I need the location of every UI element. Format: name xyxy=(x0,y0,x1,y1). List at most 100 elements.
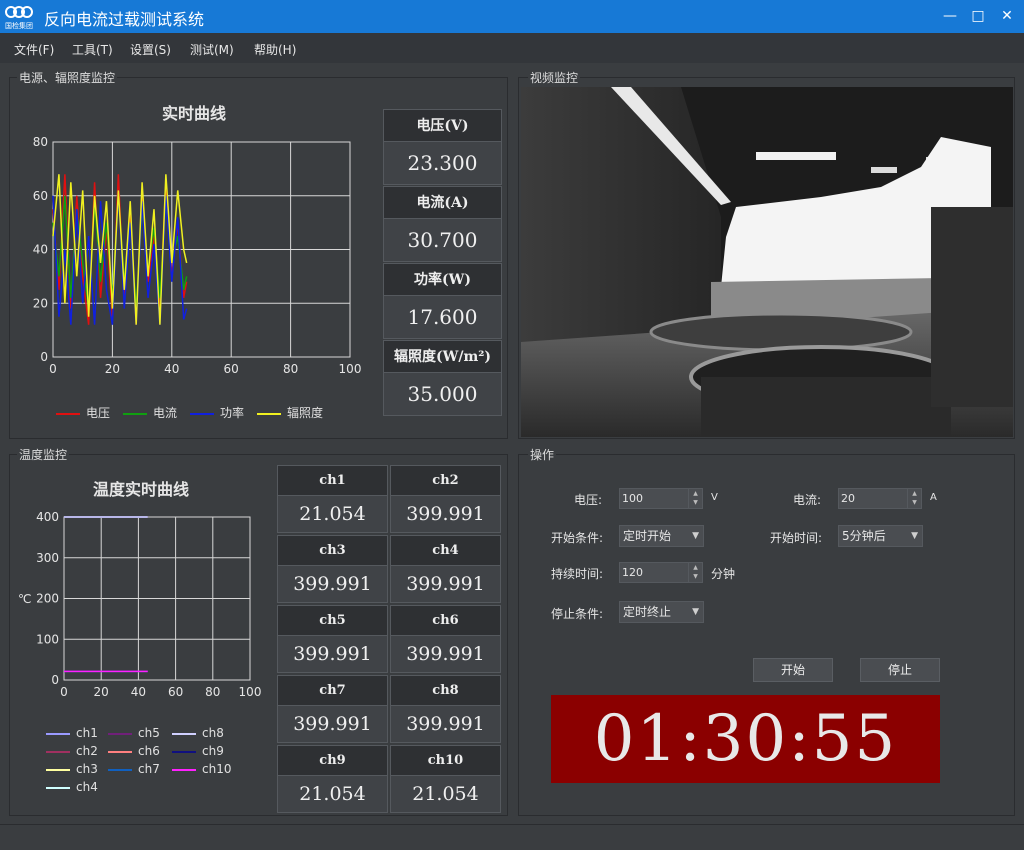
countdown-timer: 01:30:55 xyxy=(551,695,940,783)
ch4-box: ch4 399.991 xyxy=(390,535,501,603)
voltage-spin-value: 100 xyxy=(622,492,643,505)
legend-ch4: ch4 xyxy=(46,780,98,794)
ch10-label: ch10 xyxy=(391,746,500,776)
start-button[interactable]: 开始 xyxy=(753,658,833,682)
irradiance-label: 辐照度(W/m²) xyxy=(384,341,501,373)
menu-tools[interactable]: 工具(T) xyxy=(72,41,113,58)
ch6-box: ch6 399.991 xyxy=(390,605,501,673)
legend-current: 电流 xyxy=(123,404,177,421)
y-tick-label: 0 xyxy=(40,350,48,364)
svg-text:国检集团: 国检集团 xyxy=(5,21,33,30)
y-tick-label: 200 xyxy=(36,592,59,606)
stop-condition-value: 定时终止 xyxy=(623,605,672,619)
ch8-value: 399.991 xyxy=(406,713,485,735)
power-label: 功率(W) xyxy=(384,264,501,296)
title-bar: 国检集团 反向电流过载测试系统 — □ ✕ xyxy=(0,0,1024,33)
x-tick-label: 40 xyxy=(164,362,179,376)
menu-settings[interactable]: 设置(S) xyxy=(130,41,171,58)
voltage-label: 电压(V) xyxy=(384,110,501,142)
legend-label: ch8 xyxy=(202,726,224,740)
close-button[interactable]: ✕ xyxy=(995,4,1019,28)
video-feed xyxy=(521,87,1013,437)
legend-ch7: ch7 xyxy=(108,762,160,776)
ch2-box: ch2 399.991 xyxy=(390,465,501,533)
legend-label: ch4 xyxy=(76,780,98,794)
legend-swatch xyxy=(46,750,70,753)
voltage-readout: 电压(V) 23.300 xyxy=(383,109,502,185)
current-readout: 电流(A) 30.700 xyxy=(383,186,502,262)
legend-power: 功率 xyxy=(190,404,244,421)
legend-swatch xyxy=(172,768,196,771)
legend-label: ch10 xyxy=(202,762,232,776)
legend-voltage: 电压 xyxy=(56,404,110,421)
legend-swatch xyxy=(108,750,132,753)
stop-condition-select[interactable]: 定时终止 ▼ xyxy=(619,601,704,623)
start-time-value: 5分钟后 xyxy=(842,529,886,543)
legend-swatch xyxy=(46,732,70,735)
duration-label: 持续时间: xyxy=(551,567,604,581)
maximize-button[interactable]: □ xyxy=(966,4,990,28)
ch9-label: ch9 xyxy=(278,746,387,776)
start-condition-value: 定时开始 xyxy=(623,529,672,543)
ch9-box: ch9 21.054 xyxy=(277,745,388,813)
legend-swatch xyxy=(46,786,70,789)
temperature-chart: 0 20 40 60 80 100 0 100 200 300 400 ℃ xyxy=(18,510,262,699)
current-spin-arrows-icon[interactable]: ▲ ▼ xyxy=(907,489,921,508)
ch9-value: 21.054 xyxy=(299,783,366,805)
ch7-value: 399.991 xyxy=(293,713,372,735)
y-tick-label: 400 xyxy=(36,510,59,524)
x-tick-label: 80 xyxy=(283,362,298,376)
legend-label: ch6 xyxy=(138,744,160,758)
ch7-box: ch7 399.991 xyxy=(277,675,388,743)
irradiance-value: 35.000 xyxy=(407,382,478,406)
legend-swatch xyxy=(108,768,132,771)
menu-help[interactable]: 帮助(H) xyxy=(254,41,296,58)
ch1-box: ch1 21.054 xyxy=(277,465,388,533)
current-unit: A xyxy=(930,492,937,503)
legend-ch5: ch5 xyxy=(108,726,160,740)
stop-button[interactable]: 停止 xyxy=(860,658,940,682)
minimize-button[interactable]: — xyxy=(938,4,962,28)
video-panel-title: 视频监控 xyxy=(528,69,581,86)
power-panel-title: 电源、辐照度监控 xyxy=(17,69,118,86)
x-tick-label: 100 xyxy=(239,685,262,699)
voltage-setting-label: 电压: xyxy=(574,493,603,507)
power-readout: 功率(W) 17.600 xyxy=(383,263,502,339)
ch4-value: 399.991 xyxy=(406,573,485,595)
y-axis-label: ℃ xyxy=(18,592,31,606)
legend-label: ch5 xyxy=(138,726,160,740)
voltage-spinbox[interactable]: 100 ▲ ▼ xyxy=(619,488,703,509)
menu-file[interactable]: 文件(F) xyxy=(14,41,54,58)
start-time-select[interactable]: 5分钟后 ▼ xyxy=(838,525,923,547)
legend-swatch xyxy=(172,732,196,735)
voltage-spin-arrows-icon[interactable]: ▲ ▼ xyxy=(688,489,702,508)
x-tick-label: 20 xyxy=(105,362,120,376)
ch3-value: 399.991 xyxy=(293,573,372,595)
ch4-label: ch4 xyxy=(391,536,500,566)
ch3-box: ch3 399.991 xyxy=(277,535,388,603)
duration-spin-value: 120 xyxy=(622,566,643,579)
y-tick-label: 300 xyxy=(36,551,59,565)
current-value: 30.700 xyxy=(407,228,478,252)
current-spinbox[interactable]: 20 ▲ ▼ xyxy=(838,488,922,509)
legend-swatch xyxy=(108,732,132,735)
duration-spinbox[interactable]: 120 ▲ ▼ xyxy=(619,562,703,583)
ch1-value: 21.054 xyxy=(299,503,366,525)
chevron-down-icon: ▼ xyxy=(911,531,918,541)
voltage-unit: V xyxy=(711,492,718,503)
legend-label: ch9 xyxy=(202,744,224,758)
legend-swatch xyxy=(46,768,70,771)
start-condition-label: 开始条件: xyxy=(551,531,604,545)
x-tick-label: 60 xyxy=(168,685,183,699)
start-condition-select[interactable]: 定时开始 ▼ xyxy=(619,525,704,547)
x-tick-label: 0 xyxy=(49,362,57,376)
menu-test[interactable]: 测试(M) xyxy=(190,41,234,58)
ch2-label: ch2 xyxy=(391,466,500,496)
legend-ch6: ch6 xyxy=(108,744,160,758)
power-chart-title: 实时曲线 xyxy=(162,104,227,123)
duration-spin-arrows-icon[interactable]: ▲ ▼ xyxy=(688,563,702,582)
x-tick-label: 40 xyxy=(131,685,146,699)
ctc-logo-icon: 国检集团 xyxy=(5,6,33,30)
x-tick-label: 60 xyxy=(224,362,239,376)
chevron-down-icon: ▼ xyxy=(692,531,699,541)
